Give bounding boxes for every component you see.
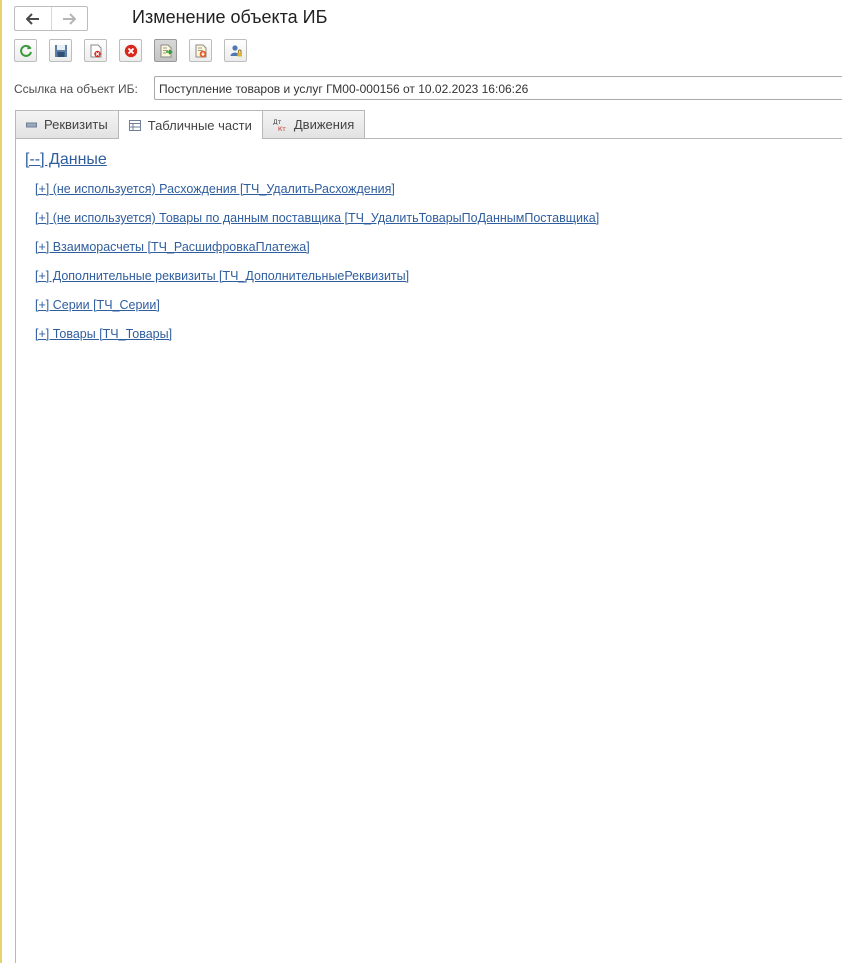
toolbar: [14, 39, 259, 62]
cancel-icon: [124, 44, 137, 57]
tab-requisites[interactable]: Реквизиты: [15, 110, 119, 138]
reference-label: Ссылка на объект ИБ:: [14, 82, 138, 96]
dt-kt-icon: Дт Кт: [273, 118, 287, 132]
table-parts-list: [+] (не используется) Расхождения [ТЧ_Уд…: [35, 181, 599, 355]
refresh-button[interactable]: [14, 39, 37, 62]
window-edge: [0, 0, 2, 963]
tab-table-parts[interactable]: Табличные части: [117, 110, 263, 139]
user-access-button[interactable]: [224, 39, 247, 62]
history-navigation: [14, 6, 88, 31]
data-group-toggle[interactable]: [--] Данные: [25, 151, 107, 169]
delete-document-icon: [90, 44, 101, 57]
svg-text:Дт: Дт: [273, 119, 282, 126]
import-document-button[interactable]: [189, 39, 212, 62]
minus-icon: [26, 122, 37, 128]
tab-label: Табличные части: [147, 117, 252, 133]
back-button[interactable]: [15, 7, 51, 30]
forward-button[interactable]: [50, 7, 88, 30]
content-border: [15, 139, 16, 963]
svg-text:Кт: Кт: [278, 126, 286, 132]
export-button[interactable]: [154, 39, 177, 62]
table-part-link-supplier-goods[interactable]: [+] (не используется) Товары по данным п…: [35, 210, 599, 239]
arrow-left-icon: [25, 12, 39, 25]
page-title: Изменение объекта ИБ: [132, 7, 328, 27]
export-icon: [160, 44, 173, 57]
import-document-icon: [195, 44, 206, 57]
tab-movements[interactable]: Дт Кт Движения: [261, 110, 366, 138]
table-part-link-settlements[interactable]: [+] Взаиморасчеты [ТЧ_РасшифровкаПлатежа…: [35, 239, 599, 268]
reference-field[interactable]: Поступление товаров и услуг ГМ00-000156 …: [154, 76, 842, 100]
user-access-icon: [230, 44, 242, 56]
table-part-link-goods[interactable]: [+] Товары [ТЧ_Товары]: [35, 326, 599, 355]
tab-label: Реквизиты: [44, 117, 108, 132]
table-part-link-discrepancies[interactable]: [+] (не используется) Расхождения [ТЧ_Уд…: [35, 181, 599, 210]
table-icon: [128, 119, 141, 131]
table-part-link-additional-requisites[interactable]: [+] Дополнительные реквизиты [ТЧ_Дополни…: [35, 268, 599, 297]
tab-bar: Реквизиты Табличные части Дт Кт Движения: [15, 110, 366, 139]
table-part-link-series[interactable]: [+] Серии [ТЧ_Серии]: [35, 297, 599, 326]
tab-label: Движения: [293, 117, 355, 132]
save-button[interactable]: [49, 39, 72, 62]
arrow-right-icon: [63, 12, 77, 25]
refresh-icon: [19, 44, 32, 57]
cancel-button[interactable]: [119, 39, 142, 62]
save-icon: [54, 44, 67, 57]
delete-document-button[interactable]: [84, 39, 107, 62]
